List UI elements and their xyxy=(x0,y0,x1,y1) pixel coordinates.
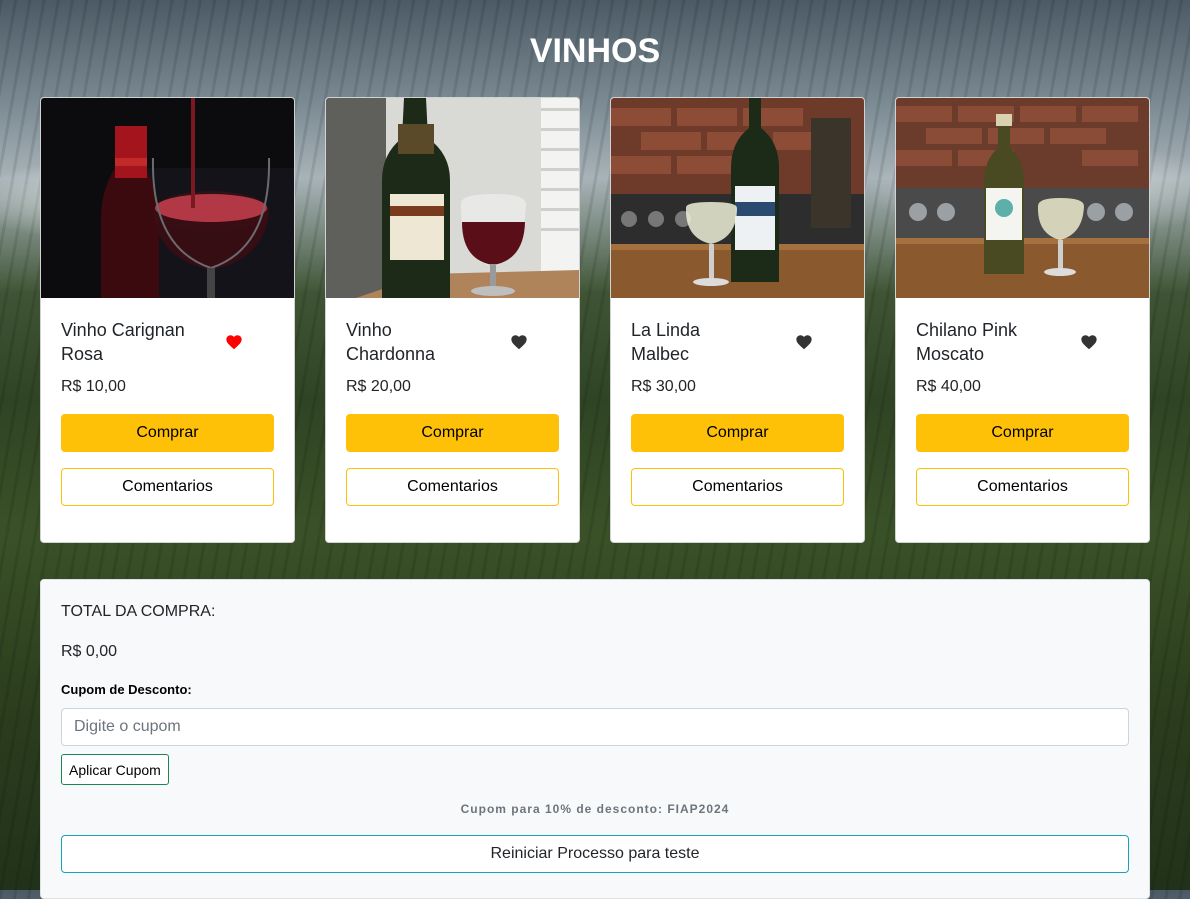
product-header: Vinho Chardonna xyxy=(346,318,559,366)
product-card-body: Vinho Chardonna R$ 20,00 Comprar Comenta… xyxy=(326,298,579,542)
product-price: R$ 40,00 xyxy=(916,378,981,395)
favorite-toggle[interactable] xyxy=(784,327,824,357)
product-name: La Linda Malbec xyxy=(631,320,701,364)
product-card-body: Vinho Carignan Rosa R$ 10,00 Comprar Com… xyxy=(41,298,294,542)
product-image xyxy=(611,98,864,298)
product-header: La Linda Malbec xyxy=(631,318,844,366)
product-name: Vinho Carignan Rosa xyxy=(61,320,185,364)
apply-coupon-button[interactable]: Aplicar Cupom xyxy=(61,754,169,785)
heart-icon xyxy=(226,335,242,350)
coupon-input[interactable] xyxy=(61,708,1129,746)
buy-button[interactable]: Comprar xyxy=(916,414,1129,452)
product-price: R$ 30,00 xyxy=(631,378,696,395)
product-image xyxy=(896,98,1149,298)
heart-icon xyxy=(511,335,527,350)
card-spacer xyxy=(346,506,559,522)
total-label: TOTAL DA COMPRA: xyxy=(61,603,216,620)
product-image xyxy=(41,98,294,298)
page-title: VINHOS xyxy=(529,32,661,70)
favorite-toggle[interactable] xyxy=(499,327,539,357)
reset-process-button[interactable]: Reiniciar Processo para teste xyxy=(61,835,1129,873)
buy-button[interactable]: Comprar xyxy=(346,414,559,452)
purchase-summary: TOTAL DA COMPRA: R$ 0,00 Cupom de Descon… xyxy=(40,579,1150,899)
heart-icon xyxy=(796,335,812,350)
product-header: Chilano Pink Moscato xyxy=(916,318,1129,366)
comments-button[interactable]: Comentarios xyxy=(916,468,1129,506)
product-card: Vinho Chardonna R$ 20,00 Comprar Comenta… xyxy=(325,97,580,543)
product-card: Vinho Carignan Rosa R$ 10,00 Comprar Com… xyxy=(40,97,295,543)
card-spacer xyxy=(916,506,1129,522)
buy-button[interactable]: Comprar xyxy=(61,414,274,452)
product-price: R$ 10,00 xyxy=(61,378,126,395)
product-card-body: Chilano Pink Moscato R$ 40,00 Comprar Co… xyxy=(896,298,1149,542)
coupon-label: Cupom de Desconto: xyxy=(61,682,192,697)
comments-button[interactable]: Comentarios xyxy=(61,468,274,506)
product-card: La Linda Malbec R$ 30,00 Comprar Comenta… xyxy=(610,97,865,543)
product-name: Chilano Pink Moscato xyxy=(916,320,1018,364)
favorite-toggle[interactable] xyxy=(1069,327,1109,357)
buy-button[interactable]: Comprar xyxy=(631,414,844,452)
comments-button[interactable]: Comentarios xyxy=(631,468,844,506)
favorite-toggle[interactable] xyxy=(214,327,254,357)
card-spacer xyxy=(631,506,844,522)
product-card: Chilano Pink Moscato R$ 40,00 Comprar Co… xyxy=(895,97,1150,543)
card-spacer xyxy=(61,506,274,522)
coupon-hint: Cupom para 10% de desconto: FIAP2024 xyxy=(460,802,730,816)
comments-button[interactable]: Comentarios xyxy=(346,468,559,506)
product-image xyxy=(326,98,579,298)
heart-icon xyxy=(1081,335,1097,350)
product-name: Vinho Chardonna xyxy=(346,320,436,364)
product-price: R$ 20,00 xyxy=(346,378,411,395)
total-value: R$ 0,00 xyxy=(61,643,118,660)
product-card-body: La Linda Malbec R$ 30,00 Comprar Comenta… xyxy=(611,298,864,542)
product-header: Vinho Carignan Rosa xyxy=(61,318,274,366)
